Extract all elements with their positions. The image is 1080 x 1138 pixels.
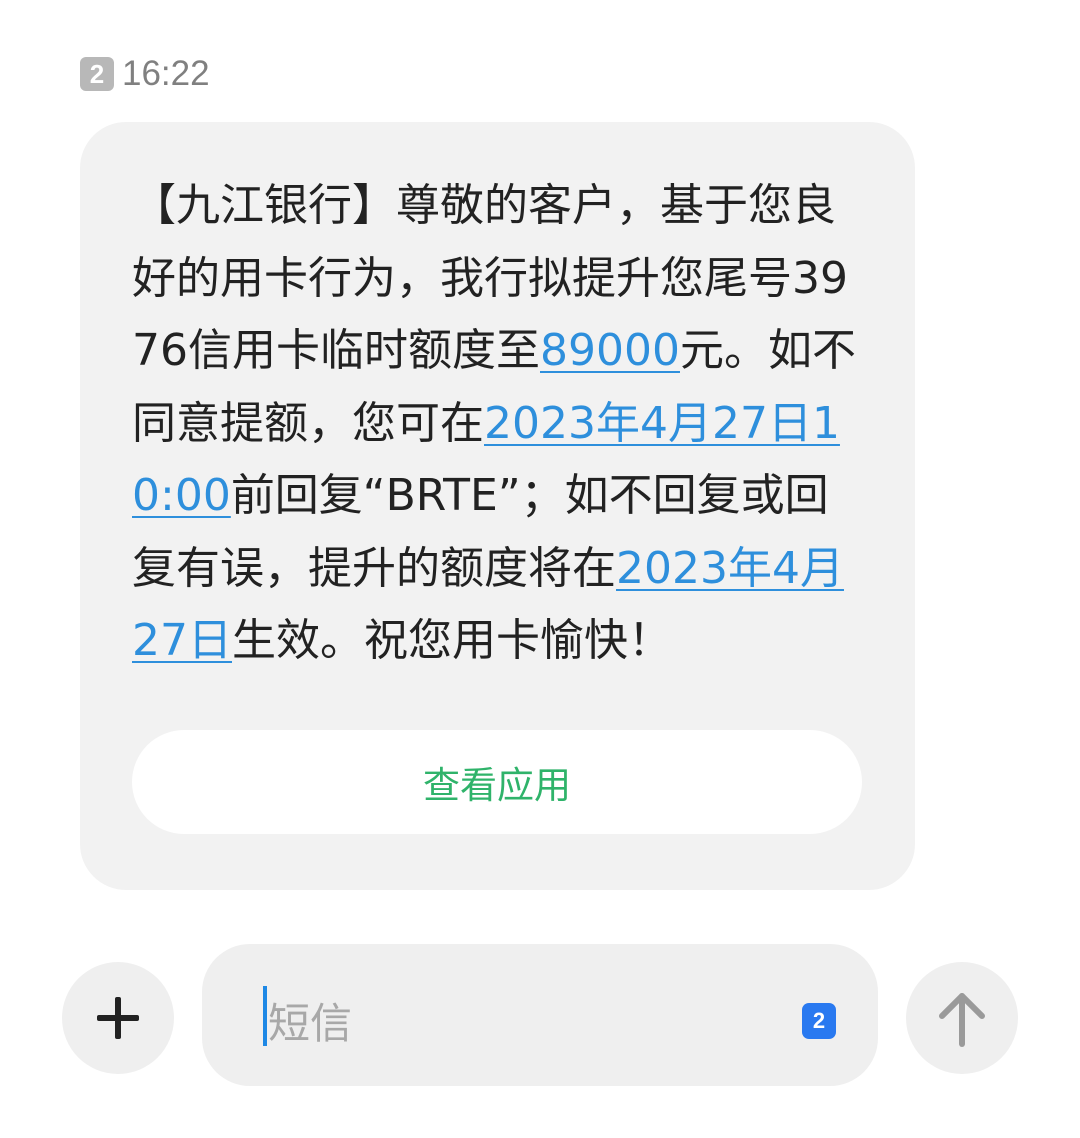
message-bubble[interactable]: 【九江银行】尊敬的客户，基于您良好的用卡行为，我行拟提升您尾号3976信用卡临时… bbox=[80, 122, 915, 890]
view-app-button[interactable]: 查看应用 bbox=[132, 730, 862, 834]
text-cursor bbox=[263, 986, 267, 1046]
send-button[interactable] bbox=[906, 962, 1018, 1074]
add-attachment-button[interactable] bbox=[62, 962, 174, 1074]
plus-icon bbox=[97, 997, 139, 1039]
amount-link[interactable]: 89000 bbox=[540, 325, 680, 376]
message-composer-bar: 短信 2 bbox=[0, 940, 1080, 1090]
message-text-part4: 生效。祝您用卡愉快！ bbox=[232, 615, 672, 666]
sim-select-icon[interactable]: 2 bbox=[802, 1003, 836, 1039]
sim-card-badge-icon: 2 bbox=[80, 57, 114, 91]
message-time: 16:22 bbox=[122, 54, 210, 93]
sms-conversation-screen: 2 16:22 【九江银行】尊敬的客户，基于您良好的用卡行为，我行拟提升您尾号3… bbox=[0, 0, 1080, 1138]
message-timestamp: 2 16:22 bbox=[80, 54, 210, 94]
message-body: 【九江银行】尊敬的客户，基于您良好的用卡行为，我行拟提升您尾号3976信用卡临时… bbox=[132, 170, 862, 678]
sms-input-field[interactable]: 短信 2 bbox=[202, 944, 878, 1086]
arrow-up-icon bbox=[939, 993, 985, 1047]
sms-input-placeholder: 短信 bbox=[268, 999, 353, 1048]
